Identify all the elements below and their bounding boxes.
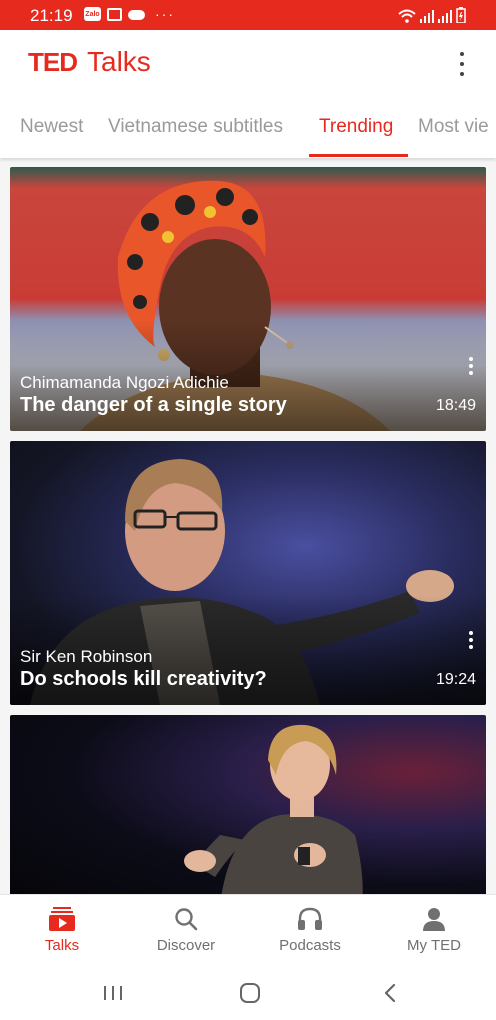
- nav-podcasts[interactable]: Podcasts: [248, 895, 372, 966]
- wifi-icon: [398, 9, 416, 23]
- talk-duration: 18:49: [435, 397, 476, 414]
- talk-card[interactable]: [10, 715, 486, 894]
- category-tabs: Newest Vietnamese subtitles Trending Mos…: [0, 98, 496, 158]
- talk-card[interactable]: Sir Ken Robinson Do schools kill creativ…: [10, 441, 486, 705]
- nav-discover[interactable]: Discover: [124, 895, 248, 966]
- zalo-icon: Zalo: [84, 7, 101, 21]
- logo-talks: Talks: [87, 46, 151, 77]
- status-left-icons: Zalo ···: [84, 7, 175, 21]
- nav-label-discover: Discover: [156, 937, 216, 954]
- nav-label-talks: Talks: [44, 937, 80, 954]
- search-icon: [175, 908, 198, 931]
- tab-indicator: [309, 154, 408, 157]
- status-bar: 21:19 Zalo ···: [0, 0, 496, 30]
- battery-icon: [456, 7, 466, 23]
- talk-title: The danger of a single story: [20, 394, 287, 416]
- headphones-icon: [298, 907, 322, 930]
- cloud-icon: [128, 10, 145, 20]
- more-vertical-icon[interactable]: [454, 52, 470, 76]
- status-time: 21:19: [30, 6, 73, 25]
- talk-list: Chimamanda Ngozi Adichie The danger of a…: [0, 158, 496, 894]
- card-more-icon[interactable]: [468, 357, 474, 375]
- talk-title: Do schools kill creativity?: [20, 668, 267, 690]
- talk-thumbnail: [184, 724, 363, 894]
- signal-icon: [420, 10, 434, 23]
- tab-newest[interactable]: Newest: [20, 116, 83, 138]
- system-nav-bar: [0, 966, 496, 1020]
- play-stack-icon: [49, 907, 75, 931]
- signal-icon: [438, 10, 452, 23]
- person-icon: [423, 908, 445, 931]
- nav-talks[interactable]: Talks: [0, 895, 124, 966]
- tab-most-viewed[interactable]: Most vie: [418, 116, 489, 138]
- app-bar: TED Talks: [0, 30, 496, 98]
- talk-speaker: Chimamanda Ngozi Adichie: [20, 373, 229, 392]
- nav-my-ted[interactable]: My TED: [372, 895, 496, 966]
- talk-speaker: Sir Ken Robinson: [20, 647, 153, 666]
- nav-label-podcasts: Podcasts: [279, 937, 341, 954]
- home-icon[interactable]: [235, 978, 265, 1008]
- talk-card[interactable]: Chimamanda Ngozi Adichie The danger of a…: [10, 167, 486, 431]
- status-right-icons: [398, 5, 466, 23]
- card-more-icon[interactable]: [468, 631, 474, 649]
- back-icon[interactable]: [375, 978, 405, 1008]
- tab-vietnamese-subtitles[interactable]: Vietnamese subtitles: [108, 116, 283, 138]
- ted-talks-logo: TED Talks: [28, 46, 151, 78]
- image-icon: [107, 7, 122, 21]
- nav-label-my-ted: My TED: [407, 937, 461, 954]
- recent-apps-icon[interactable]: [98, 978, 128, 1008]
- bottom-nav: Talks Discover Podcasts My TED: [0, 894, 496, 966]
- tab-trending[interactable]: Trending: [319, 116, 393, 138]
- talk-duration: 19:24: [435, 671, 476, 688]
- more-dots-icon: ···: [155, 6, 175, 22]
- logo-ted: TED: [28, 47, 78, 77]
